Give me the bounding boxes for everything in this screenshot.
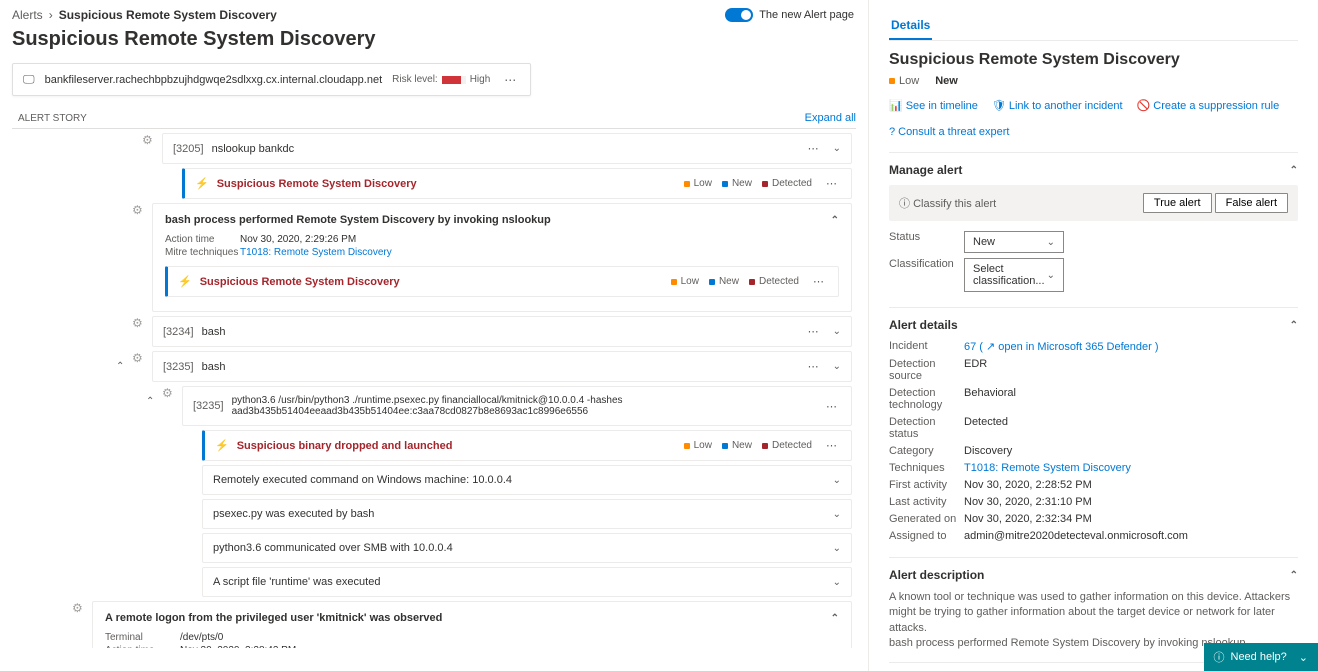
gear-icon[interactable]: ⚙ (72, 601, 83, 615)
chevron-up-icon: ⌃ (1290, 165, 1298, 176)
section-alert-details[interactable]: Alert details⌃ (889, 318, 1298, 332)
more-icon[interactable]: ⋯ (804, 325, 823, 338)
expanded-panel-bash: bash process performed Remote System Dis… (152, 203, 852, 312)
chevron-up-icon[interactable]: ⌃ (831, 613, 839, 624)
risk-label: Risk level: (392, 74, 438, 85)
alert-story-scroll[interactable]: ⚙ [3205]nslookup bankdc ⋯⌄ ⚡Suspicious R… (12, 128, 856, 648)
device-icon: 🖵 (23, 72, 35, 87)
process-row-bash-3235[interactable]: [3235]bash ⋯⌄ (152, 351, 852, 382)
technique-link[interactable]: T1018: Remote System Discovery (964, 462, 1131, 474)
caret-icon[interactable]: ⌃ (146, 396, 154, 407)
chevron-up-icon[interactable]: ⌃ (831, 215, 839, 226)
action-timeline[interactable]: 📊 See in timeline (889, 99, 978, 112)
alert-row-srsd-1[interactable]: ⚡Suspicious Remote System Discovery Low … (182, 168, 852, 199)
alert-story-label: ALERT STORY (18, 113, 87, 124)
chevron-down-icon[interactable]: ⌄ (833, 143, 841, 154)
mitre-link[interactable]: T1018: Remote System Discovery (240, 247, 392, 258)
toggle-switch[interactable] (725, 8, 753, 22)
section-description[interactable]: Alert description⌃ (889, 568, 1298, 582)
classification-select[interactable]: Select classification...⌄ (964, 258, 1064, 292)
detail-title: Suspicious Remote System Discovery (889, 51, 1298, 69)
expand-all-link[interactable]: Expand all (805, 112, 856, 124)
page-title: Suspicious Remote System Discovery (12, 28, 856, 51)
alert-row-binary[interactable]: ⚡Suspicious binary dropped and launched … (202, 430, 852, 461)
chevron-down-icon[interactable]: ⌄ (833, 543, 841, 554)
more-icon[interactable]: ⋯ (822, 439, 841, 452)
need-help-button[interactable]: ⓘ Need help? ⌄ (1204, 643, 1318, 671)
alert-row-srsd-2[interactable]: ⚡Suspicious Remote System Discovery Low … (165, 266, 839, 297)
gear-icon[interactable]: ⚙ (142, 133, 153, 147)
classify-bar: ⓘ Classify this alert True alert False a… (889, 185, 1298, 221)
incident-link[interactable]: 67 ( ↗ open in Microsoft 365 Defender ) (964, 341, 1158, 353)
risk-bars-icon (442, 76, 466, 84)
action-consult[interactable]: ? Consult a threat expert (889, 126, 1009, 138)
host-name: bankfileserver.rachechbpbzujhdgwqe2sdlxx… (45, 74, 383, 86)
chevron-right-icon: › (49, 8, 53, 22)
host-more-icon[interactable]: ⋯ (500, 73, 520, 87)
section-manage-alert[interactable]: Manage alert⌃ (889, 163, 1298, 177)
host-card[interactable]: 🖵 bankfileserver.rachechbpbzujhdgwqe2sdl… (12, 63, 531, 96)
gear-icon[interactable]: ⚙ (132, 203, 143, 217)
more-icon[interactable]: ⋯ (822, 400, 841, 413)
breadcrumb-current: Suspicious Remote System Discovery (59, 8, 277, 22)
chevron-down-icon[interactable]: ⌄ (833, 509, 841, 520)
chevron-down-icon[interactable]: ⌄ (833, 577, 841, 588)
event-row[interactable]: Remotely executed command on Windows mac… (202, 465, 852, 495)
gear-icon[interactable]: ⚙ (132, 351, 143, 365)
process-row-python[interactable]: [3235]python3.6 /usr/bin/python3 ./runti… (182, 386, 852, 426)
chevron-down-icon[interactable]: ⌄ (833, 361, 841, 372)
gear-icon[interactable]: ⚙ (132, 316, 143, 330)
lightning-icon: ⚡ (195, 177, 209, 190)
false-alert-button[interactable]: False alert (1215, 193, 1288, 213)
breadcrumb-root[interactable]: Alerts (12, 8, 43, 22)
more-icon[interactable]: ⋯ (804, 360, 823, 373)
more-icon[interactable]: ⋯ (809, 275, 828, 288)
caret-icon[interactable]: ⌃ (116, 361, 124, 372)
expanded-panel-logon: A remote logon from the privileged user … (92, 601, 852, 648)
event-row[interactable]: python3.6 communicated over SMB with 10.… (202, 533, 852, 563)
process-row-bash-3234[interactable]: [3234]bash ⋯⌄ (152, 316, 852, 347)
status-select[interactable]: New⌄ (964, 231, 1064, 253)
details-pane: Details Suspicious Remote System Discove… (868, 0, 1318, 671)
true-alert-button[interactable]: True alert (1143, 193, 1212, 213)
tab-details[interactable]: Details (889, 12, 932, 40)
chevron-down-icon[interactable]: ⌄ (833, 475, 841, 486)
panel-title: A remote logon from the privileged user … (105, 612, 442, 624)
chevron-down-icon[interactable]: ⌄ (833, 326, 841, 337)
event-row[interactable]: psexec.py was executed by bash⌄ (202, 499, 852, 529)
more-icon[interactable]: ⋯ (822, 177, 841, 190)
gear-icon[interactable]: ⚙ (162, 386, 173, 400)
more-icon[interactable]: ⋯ (804, 142, 823, 155)
action-link-incident[interactable]: 🛡 Link to another incident (992, 99, 1123, 112)
toggle-label: The new Alert page (759, 9, 854, 21)
action-suppression[interactable]: 🚫 Create a suppression rule (1137, 99, 1280, 112)
process-row-nslookup[interactable]: [3205]nslookup bankdc ⋯⌄ (162, 133, 852, 164)
lightning-icon: ⚡ (178, 275, 192, 288)
lightning-icon: ⚡ (215, 439, 229, 452)
event-row[interactable]: A script file 'runtime' was executed⌄ (202, 567, 852, 597)
panel-title: bash process performed Remote System Dis… (165, 214, 551, 226)
risk-value: High (470, 74, 491, 85)
new-alert-toggle[interactable]: The new Alert page (725, 8, 854, 22)
